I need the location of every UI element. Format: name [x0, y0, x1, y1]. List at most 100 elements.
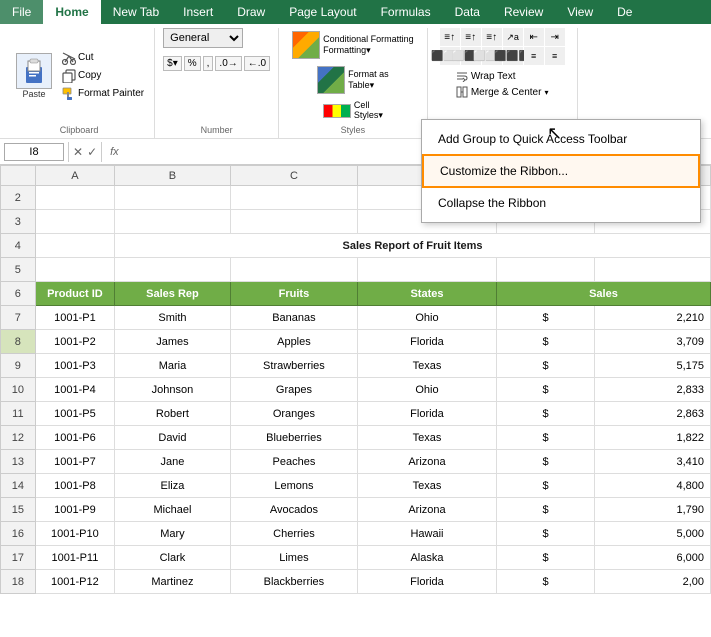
- paste-button[interactable]: Paste: [12, 51, 56, 101]
- cell-fruit[interactable]: Cherries: [230, 522, 357, 546]
- cell-fruit[interactable]: Strawberries: [230, 354, 357, 378]
- cell-sales-amount[interactable]: 5,175: [595, 354, 711, 378]
- align-right2-button[interactable]: ≡: [545, 47, 565, 65]
- tab-draw[interactable]: Draw: [225, 0, 277, 24]
- col-header-a[interactable]: A: [35, 166, 114, 186]
- cell-sales-dollar[interactable]: $: [496, 570, 594, 594]
- cell-fruit[interactable]: Limes: [230, 546, 357, 570]
- cell-sales-amount[interactable]: 3,709: [595, 330, 711, 354]
- cell-sales-amount[interactable]: 4,800: [595, 474, 711, 498]
- format-as-table-button[interactable]: Format as Table▾: [313, 64, 393, 96]
- tab-pagelayout[interactable]: Page Layout: [277, 0, 368, 24]
- cell-product-id[interactable]: 1001-P10: [35, 522, 114, 546]
- cell-state[interactable]: Ohio: [358, 378, 497, 402]
- orient-up-button[interactable]: ↗a: [503, 28, 523, 46]
- cell-fruit[interactable]: Apples: [230, 330, 357, 354]
- confirm-formula-icon[interactable]: ✓: [87, 145, 97, 159]
- cell-sales-rep[interactable]: Smith: [115, 306, 231, 330]
- tab-newtab[interactable]: New Tab: [101, 0, 171, 24]
- cell-sales-amount[interactable]: 6,000: [595, 546, 711, 570]
- percent-button[interactable]: %: [184, 56, 201, 71]
- indent-more-button[interactable]: ⇥: [545, 28, 565, 46]
- cell-product-id[interactable]: 1001-P4: [35, 378, 114, 402]
- cell-sales-amount[interactable]: 1,790: [595, 498, 711, 522]
- cell-product-id[interactable]: 1001-P1: [35, 306, 114, 330]
- cell-state[interactable]: Florida: [358, 402, 497, 426]
- cell-sales-rep[interactable]: Clark: [115, 546, 231, 570]
- cell-sales-dollar[interactable]: $: [496, 306, 594, 330]
- col-header-b[interactable]: B: [115, 166, 231, 186]
- tab-de[interactable]: De: [605, 0, 644, 24]
- cell-state[interactable]: Texas: [358, 474, 497, 498]
- cell-fruit[interactable]: Lemons: [230, 474, 357, 498]
- tab-file[interactable]: File: [0, 0, 43, 24]
- col-header-c[interactable]: C: [230, 166, 357, 186]
- cut-button[interactable]: Cut: [60, 50, 146, 66]
- add-group-menu-item[interactable]: Add Group to Quick Access Toolbar: [422, 124, 700, 154]
- decrease-decimal-button[interactable]: ←.0: [244, 56, 270, 71]
- copy-button[interactable]: Copy: [60, 68, 146, 84]
- cell-sales-rep[interactable]: Maria: [115, 354, 231, 378]
- align-top-left-button[interactable]: ≡↑: [440, 28, 460, 46]
- cell-state[interactable]: Texas: [358, 354, 497, 378]
- merge-center-button[interactable]: Merge & Center ▾: [453, 85, 552, 99]
- cell-sales-dollar[interactable]: $: [496, 354, 594, 378]
- cell-state[interactable]: Florida: [358, 570, 497, 594]
- cell-state[interactable]: Hawaii: [358, 522, 497, 546]
- tab-insert[interactable]: Insert: [171, 0, 225, 24]
- cancel-formula-icon[interactable]: ✕: [73, 145, 83, 159]
- cell-sales-rep[interactable]: David: [115, 426, 231, 450]
- cell-sales-dollar[interactable]: $: [496, 546, 594, 570]
- increase-decimal-button[interactable]: .0→: [215, 56, 241, 71]
- currency-button[interactable]: $▾: [163, 56, 182, 71]
- cell-sales-amount[interactable]: 2,833: [595, 378, 711, 402]
- customize-ribbon-menu-item[interactable]: Customize the Ribbon...: [422, 154, 700, 188]
- cell-sales-rep[interactable]: Johnson: [115, 378, 231, 402]
- cell-sales-rep[interactable]: Robert: [115, 402, 231, 426]
- tab-data[interactable]: Data: [443, 0, 492, 24]
- cell-product-id[interactable]: 1001-P5: [35, 402, 114, 426]
- cell-sales-amount[interactable]: 1,822: [595, 426, 711, 450]
- number-format-select[interactable]: General Number Currency Accounting Date …: [163, 28, 243, 48]
- cell-product-id[interactable]: 1001-P11: [35, 546, 114, 570]
- cell-state[interactable]: Texas: [358, 426, 497, 450]
- cell-fruit[interactable]: Bananas: [230, 306, 357, 330]
- cell-fruit[interactable]: Blueberries: [230, 426, 357, 450]
- tab-view[interactable]: View: [555, 0, 605, 24]
- cell-fruit[interactable]: Avocados: [230, 498, 357, 522]
- collapse-ribbon-menu-item[interactable]: Collapse the Ribbon: [422, 188, 700, 218]
- indent-less-button[interactable]: ⇤: [524, 28, 544, 46]
- align-top-center-button[interactable]: ≡↑: [461, 28, 481, 46]
- cell-fruit[interactable]: Oranges: [230, 402, 357, 426]
- cell-styles-button[interactable]: Cell Styles▾: [319, 98, 387, 123]
- cell-state[interactable]: Florida: [358, 330, 497, 354]
- cell-product-id[interactable]: 1001-P8: [35, 474, 114, 498]
- cell-state[interactable]: Ohio: [358, 306, 497, 330]
- cell-sales-dollar[interactable]: $: [496, 450, 594, 474]
- justify-button[interactable]: ⬛⬛⬛: [503, 47, 523, 65]
- tab-review[interactable]: Review: [492, 0, 555, 24]
- comma-button[interactable]: ,: [203, 56, 214, 71]
- cell-sales-amount[interactable]: 2,00: [595, 570, 711, 594]
- cell-sales-amount[interactable]: 2,863: [595, 402, 711, 426]
- align-top-right-button[interactable]: ≡↑: [482, 28, 502, 46]
- wrap-text-button[interactable]: Wrap Text: [453, 69, 552, 83]
- cell-product-id[interactable]: 1001-P3: [35, 354, 114, 378]
- cell-sales-dollar[interactable]: $: [496, 426, 594, 450]
- cell-product-id[interactable]: 1001-P9: [35, 498, 114, 522]
- cell-sales-dollar[interactable]: $: [496, 498, 594, 522]
- cell-sales-dollar[interactable]: $: [496, 402, 594, 426]
- cell-product-id[interactable]: 1001-P7: [35, 450, 114, 474]
- cell-sales-rep[interactable]: Michael: [115, 498, 231, 522]
- cell-sales-amount[interactable]: 5,000: [595, 522, 711, 546]
- cell-product-id[interactable]: 1001-P2: [35, 330, 114, 354]
- tab-home[interactable]: Home: [43, 0, 100, 24]
- cell-sales-dollar[interactable]: $: [496, 378, 594, 402]
- cell-state[interactable]: Arizona: [358, 498, 497, 522]
- cell-sales-amount[interactable]: 3,410: [595, 450, 711, 474]
- format-painter-button[interactable]: Format Painter: [60, 86, 146, 102]
- cell-sales-rep[interactable]: Martinez: [115, 570, 231, 594]
- cell-fruit[interactable]: Grapes: [230, 378, 357, 402]
- cell-sales-rep[interactable]: Mary: [115, 522, 231, 546]
- cell-sales-dollar[interactable]: $: [496, 330, 594, 354]
